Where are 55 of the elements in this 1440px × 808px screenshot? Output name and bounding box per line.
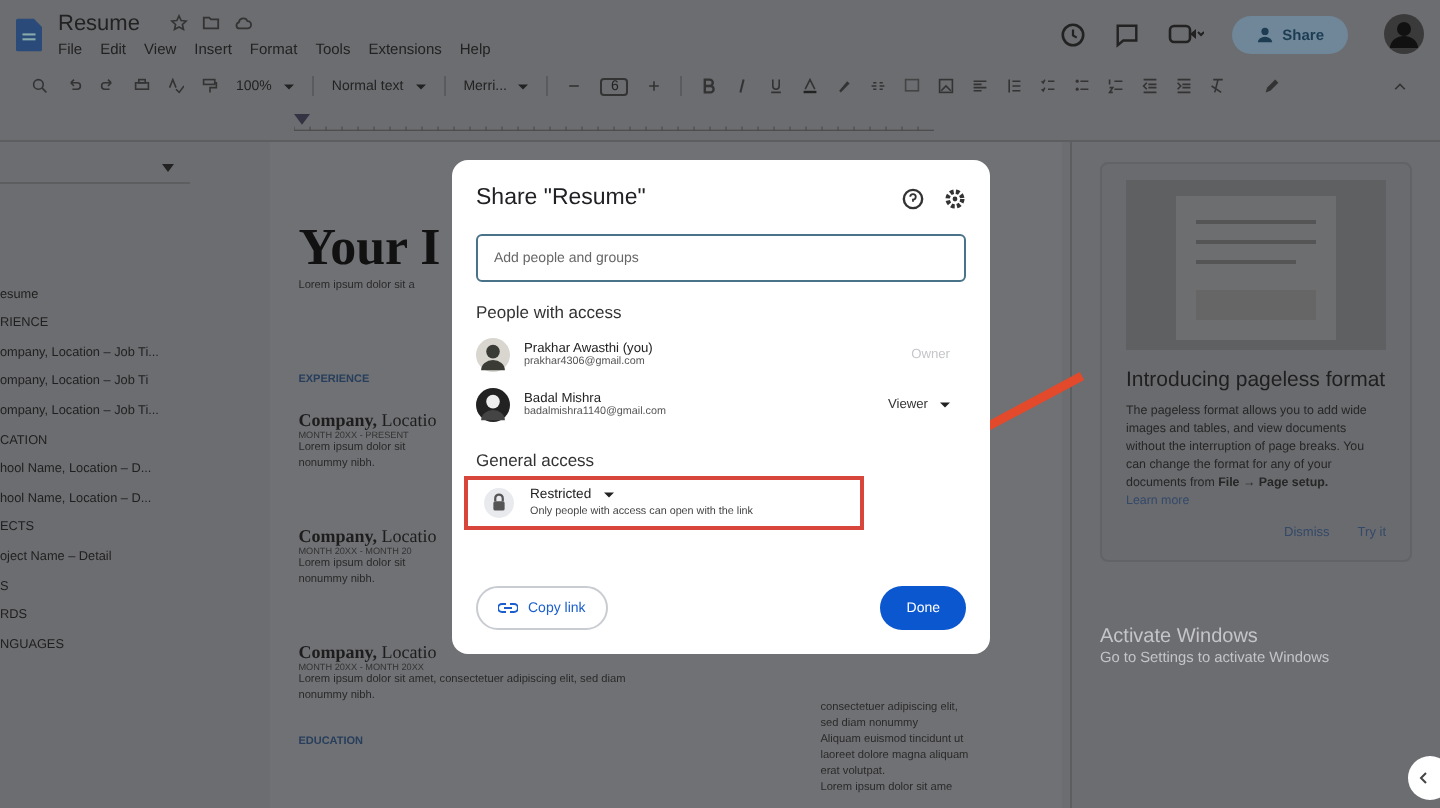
redo-icon[interactable]: [100, 78, 116, 94]
tip-title: Introducing pageless format: [1126, 366, 1386, 394]
chevron-icon: [1418, 772, 1430, 784]
video-call-icon[interactable]: [1168, 22, 1205, 46]
job-title: Company, Locatio: [298, 526, 437, 546]
checklist-icon[interactable]: [1040, 78, 1057, 94]
numbered-list-icon[interactable]: [1108, 78, 1125, 94]
undo-icon[interactable]: [66, 78, 82, 94]
collapse-icon[interactable]: [1392, 78, 1408, 94]
search-icon[interactable]: [32, 78, 48, 94]
ruler[interactable]: [294, 113, 934, 131]
line-spacing-icon[interactable]: [1006, 78, 1023, 94]
plus-icon[interactable]: [646, 78, 663, 94]
caret-icon: [283, 81, 294, 91]
job-title: Company, Locatio: [298, 642, 437, 662]
avatar-icon[interactable]: [1384, 14, 1424, 54]
folder-icon[interactable]: [201, 14, 220, 32]
document-title[interactable]: Resume: [58, 11, 140, 35]
avatar-icon: [476, 338, 510, 372]
comment-add-icon[interactable]: [904, 78, 921, 94]
highlighter-icon[interactable]: [836, 78, 853, 94]
avatar-icon: [476, 388, 510, 422]
spellcheck-icon[interactable]: [168, 78, 184, 94]
bullet-list-icon[interactable]: [1074, 78, 1091, 94]
indent-more-icon[interactable]: [1176, 78, 1193, 94]
dialog-title: Share "Resume": [476, 186, 648, 210]
activation-title: Activate Windows: [1100, 626, 1260, 648]
clear-format-icon[interactable]: [1210, 78, 1227, 94]
section-label: General access: [476, 450, 597, 470]
align-icon[interactable]: [972, 78, 989, 94]
image-icon[interactable]: [938, 78, 955, 94]
person-icon: [1256, 25, 1275, 43]
comment-icon[interactable]: [1114, 21, 1141, 47]
indent-less-icon[interactable]: [1142, 78, 1159, 94]
caret-icon: [940, 400, 950, 410]
caret-icon[interactable]: [603, 490, 614, 500]
print-icon[interactable]: [134, 78, 150, 94]
document-heading: Your I: [298, 218, 441, 278]
paint-format-icon[interactable]: [202, 78, 218, 94]
section-label: People with access: [476, 302, 624, 322]
job-title: Company, Locatio: [298, 410, 437, 430]
underline-icon[interactable]: [768, 78, 785, 94]
text-color-icon[interactable]: [802, 78, 819, 94]
settings-icon[interactable]: [944, 187, 966, 209]
docs-logo-icon[interactable]: [16, 17, 42, 51]
pencil-icon[interactable]: [1264, 78, 1281, 94]
caret-icon: [518, 81, 529, 91]
history-icon[interactable]: [1060, 21, 1087, 47]
bold-icon[interactable]: [700, 78, 717, 94]
star-icon[interactable]: [169, 14, 188, 32]
side-panel-toggle[interactable]: [1408, 756, 1440, 800]
caret-icon: [415, 81, 426, 91]
lock-icon: [484, 488, 514, 518]
help-icon[interactable]: [902, 187, 924, 209]
cloud-icon[interactable]: [233, 14, 252, 32]
